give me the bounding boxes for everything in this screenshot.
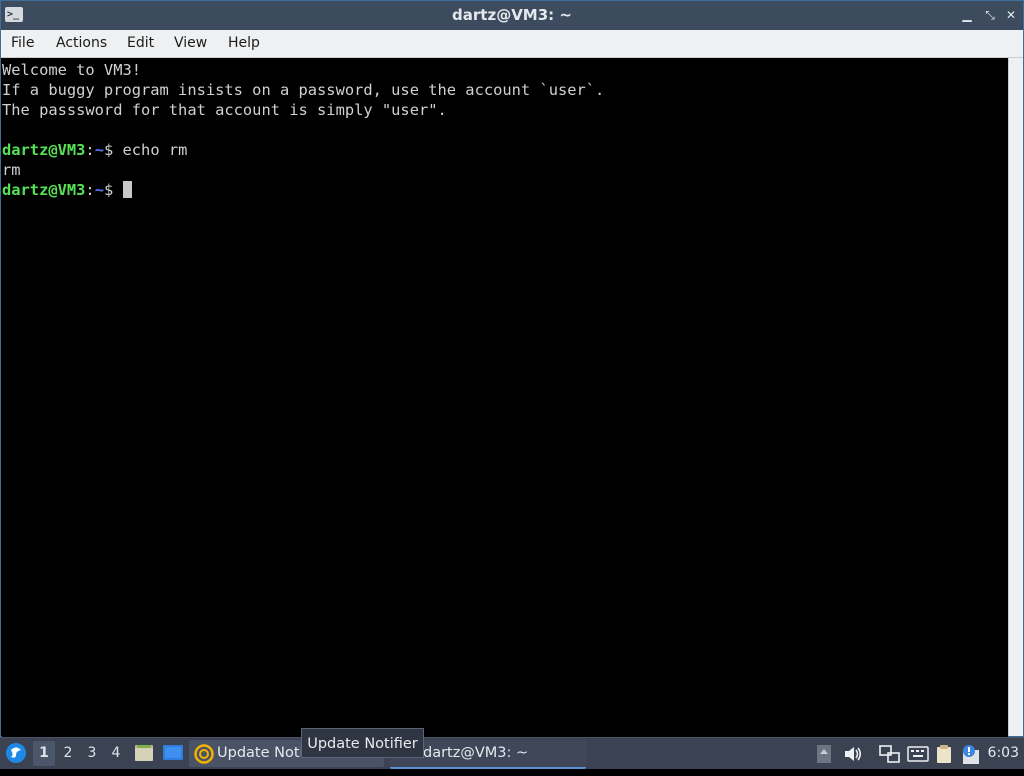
prompt-path: ~ <box>94 181 104 199</box>
minimize-icon[interactable]: ▁ <box>958 6 976 24</box>
command-text <box>113 181 122 199</box>
prompt-separator: : <box>85 141 95 159</box>
terminal-window: >_ dartz@VM3: ~ ▁ ⤡ ✕ File Actions Edit … <box>0 0 1024 738</box>
desktop-2[interactable]: 2 <box>57 741 79 766</box>
restore-icon[interactable]: ⤡ <box>981 6 999 24</box>
menu-edit[interactable]: Edit <box>127 30 154 57</box>
desktop-4[interactable]: 4 <box>105 741 127 766</box>
command-text: echo rm <box>113 141 188 159</box>
keyboard-icon[interactable] <box>907 744 929 764</box>
command-output: rm <box>2 161 21 179</box>
notification-icon[interactable] <box>960 744 980 764</box>
prompt-line: dartz@VM3:~$ echo rm <box>2 140 1008 160</box>
menu-view[interactable]: View <box>174 30 207 57</box>
menu-file[interactable]: File <box>11 30 34 57</box>
desktop-1[interactable]: 1 <box>33 741 55 766</box>
file-manager-icon[interactable] <box>134 738 154 769</box>
prompt-line: dartz@VM3:~$ <box>2 180 1008 200</box>
update-notifier-icon <box>194 744 214 764</box>
prompt-path: ~ <box>94 141 104 159</box>
prompt-user: dartz@VM3 <box>2 141 86 159</box>
close-icon[interactable]: ✕ <box>1002 6 1020 24</box>
prompt-symbol: $ <box>103 181 114 199</box>
menu-bar: File Actions Edit View Help <box>1 30 1023 58</box>
terminal-line: The passsword for that account is simply… <box>2 101 447 119</box>
volume-icon[interactable] <box>843 744 863 764</box>
network-icon[interactable] <box>879 744 900 764</box>
scroll-up-icon[interactable] <box>816 744 836 764</box>
clock[interactable]: 6:03 <box>988 738 1019 769</box>
tooltip: Update Notifier <box>301 728 424 758</box>
show-desktop-icon[interactable] <box>162 738 184 769</box>
start-menu-icon[interactable] <box>5 738 27 769</box>
prompt-separator: : <box>85 181 95 199</box>
scrollbar[interactable] <box>1008 58 1023 736</box>
terminal-output[interactable]: Welcome to VM3! If a buggy program insist… <box>2 58 1008 738</box>
title-bar[interactable]: >_ dartz@VM3: ~ ▁ ⤡ ✕ <box>1 1 1023 30</box>
menu-actions[interactable]: Actions <box>56 30 107 57</box>
text-cursor <box>122 181 132 198</box>
terminal-line: Welcome to VM3! <box>2 61 141 79</box>
desktop-3[interactable]: 3 <box>81 741 103 766</box>
prompt-symbol: $ <box>103 141 114 159</box>
clipboard-icon[interactable] <box>934 744 954 764</box>
window-title: dartz@VM3: ~ <box>452 6 572 24</box>
prompt-user: dartz@VM3 <box>2 181 86 199</box>
terminal-line: If a buggy program insists on a password… <box>2 81 605 99</box>
task-label: dartz@VM3: ~ <box>423 745 529 761</box>
menu-help[interactable]: Help <box>228 30 260 57</box>
taskbar: 1 2 3 4 Update Notifier dartz@VM3: ~ 6:0… <box>0 737 1024 769</box>
